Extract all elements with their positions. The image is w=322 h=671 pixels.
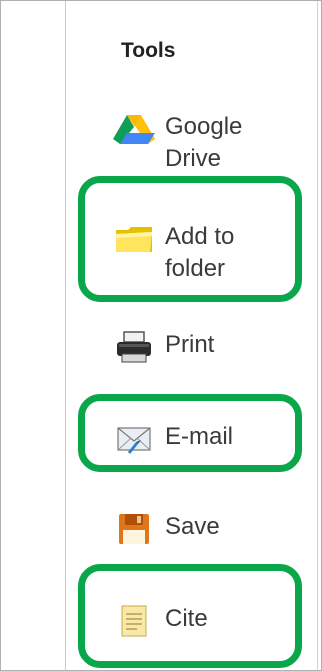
tool-label-line2: Drive xyxy=(165,145,222,172)
left-pane xyxy=(1,1,66,670)
printer-icon xyxy=(113,329,155,365)
tool-label-line1: Google xyxy=(165,113,243,140)
tool-save[interactable]: Save xyxy=(113,511,220,547)
envelope-icon xyxy=(113,421,155,457)
folder-icon xyxy=(113,221,155,257)
tool-google-drive[interactable]: Google Drive xyxy=(113,111,242,175)
tool-label-line1: E-mail xyxy=(165,423,234,450)
tool-label-line1: Print xyxy=(165,331,215,358)
tool-label-line1: Cite xyxy=(165,605,208,632)
tool-print[interactable]: Print xyxy=(113,329,214,365)
right-edge-divider xyxy=(317,1,318,670)
tool-label-line1: Save xyxy=(165,513,220,540)
tools-panel-frame: Tools Google Drive Add to folder Print E… xyxy=(0,0,322,671)
document-icon xyxy=(113,603,155,639)
floppy-disk-icon xyxy=(113,511,155,547)
google-drive-icon xyxy=(113,111,155,147)
tool-label-line1: Add to xyxy=(165,223,235,250)
tool-email[interactable]: E-mail xyxy=(113,421,233,457)
tools-heading: Tools xyxy=(121,39,176,62)
tool-label-line2: folder xyxy=(165,255,226,282)
tool-cite[interactable]: Cite xyxy=(113,603,208,639)
tool-add-to-folder[interactable]: Add to folder xyxy=(113,221,234,285)
